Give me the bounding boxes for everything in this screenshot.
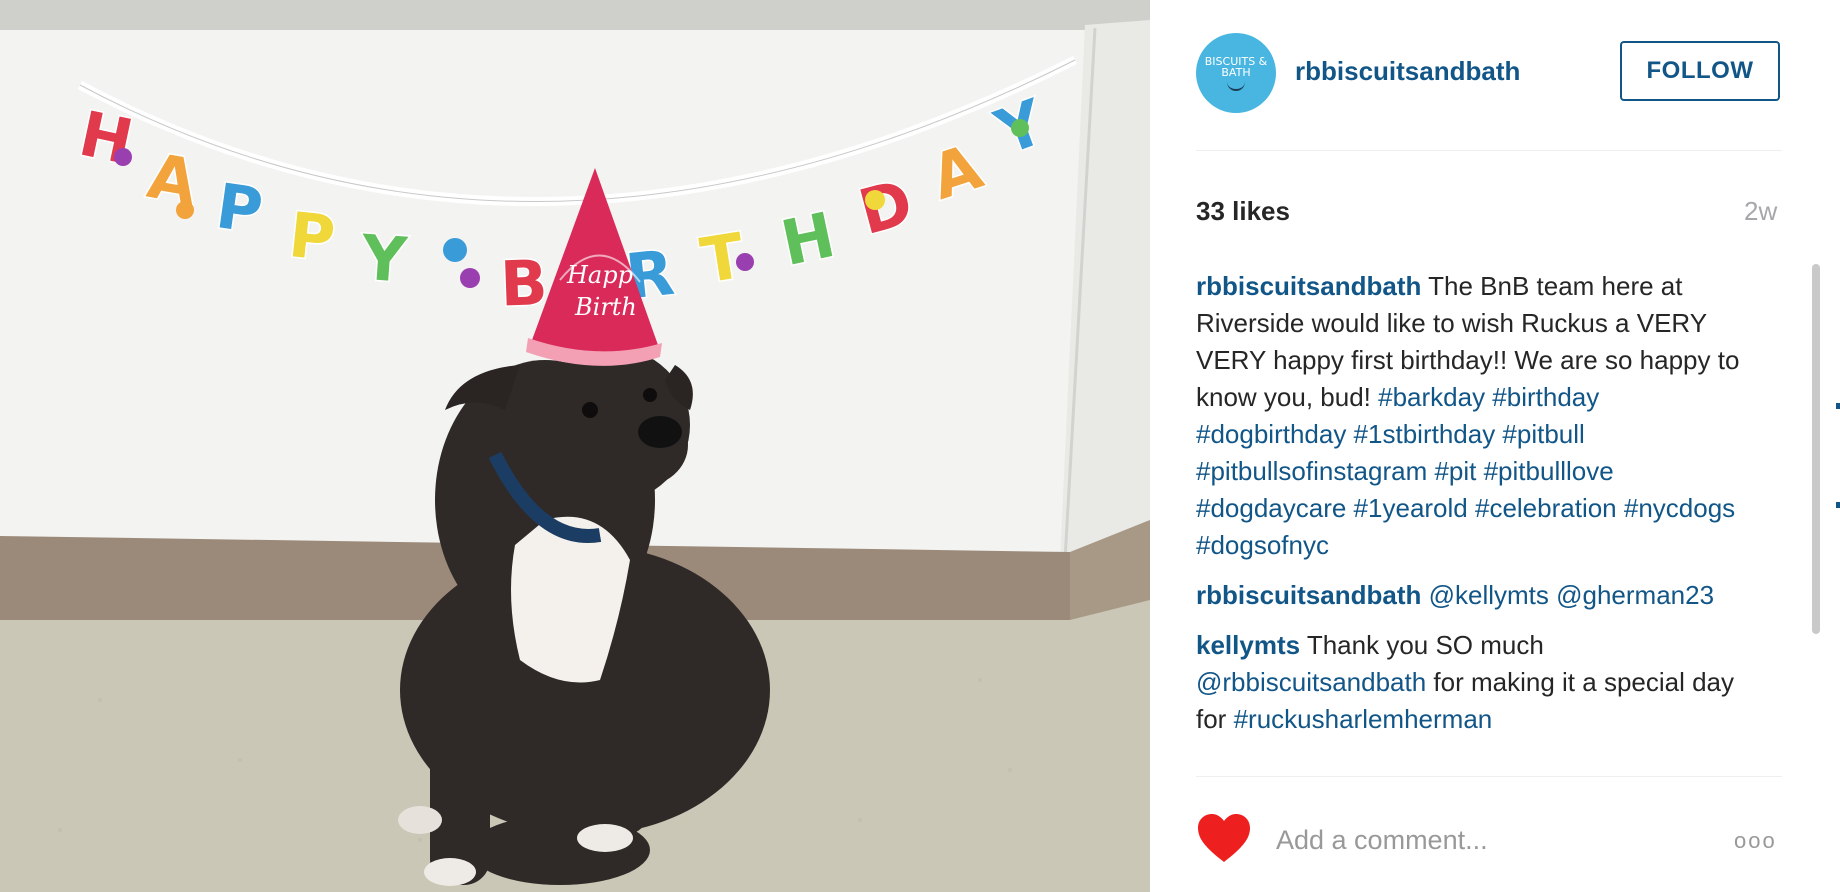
heart-icon: [1198, 814, 1250, 862]
actions-divider: [1196, 776, 1782, 777]
svg-text:P: P: [286, 198, 339, 275]
comment-mentions[interactable]: @kellymts @gherman23: [1429, 580, 1714, 610]
comment-text: Thank you SO much: [1300, 630, 1544, 660]
svg-text:Birth: Birth: [574, 293, 637, 321]
comments-scrollbar[interactable]: [1812, 264, 1820, 634]
comment-caption: rbbiscuitsandbath The BnB team here at R…: [1196, 268, 1756, 564]
comment-hashtag[interactable]: #ruckusharlemherman: [1234, 704, 1493, 734]
comment-item: rbbiscuitsandbath @kellymts @gherman23: [1196, 577, 1756, 614]
follow-button[interactable]: FOLLOW: [1620, 41, 1780, 101]
svg-text:Y: Y: [358, 221, 410, 297]
edge-marker: [1836, 403, 1840, 409]
svg-text:Happ: Happ: [566, 261, 633, 289]
like-button[interactable]: [1196, 812, 1252, 864]
avatar-smile-icon: [1227, 81, 1245, 91]
likes-count[interactable]: 33 likes: [1196, 196, 1290, 227]
avatar-text: BISCUITS & BATH: [1204, 54, 1268, 79]
profile-avatar[interactable]: BISCUITS & BATH: [1196, 33, 1276, 113]
comment-username[interactable]: rbbiscuitsandbath: [1196, 271, 1421, 301]
post-age[interactable]: 2w: [1744, 196, 1777, 227]
post-author-username[interactable]: rbbiscuitsandbath: [1295, 56, 1520, 87]
svg-text:B: B: [499, 246, 549, 321]
comment-username[interactable]: rbbiscuitsandbath: [1196, 580, 1421, 610]
photo-image: H A P P Y B R T H D A Y: [0, 0, 1150, 892]
more-options-button[interactable]: ooo: [1734, 828, 1777, 854]
comment-username[interactable]: kellymts: [1196, 630, 1300, 660]
comment-text: [1421, 580, 1428, 610]
comment-mention[interactable]: @rbbiscuitsandbath: [1196, 667, 1426, 697]
comment-item: kellymts Thank you SO much @rbbiscuitsan…: [1196, 627, 1756, 738]
comments-list[interactable]: rbbiscuitsandbath The BnB team here at R…: [1196, 268, 1756, 772]
header-divider: [1196, 150, 1782, 151]
add-comment-input[interactable]: [1276, 820, 1696, 860]
post-photo[interactable]: H A P P Y B R T H D A Y: [0, 0, 1150, 892]
edge-marker: [1836, 502, 1840, 508]
